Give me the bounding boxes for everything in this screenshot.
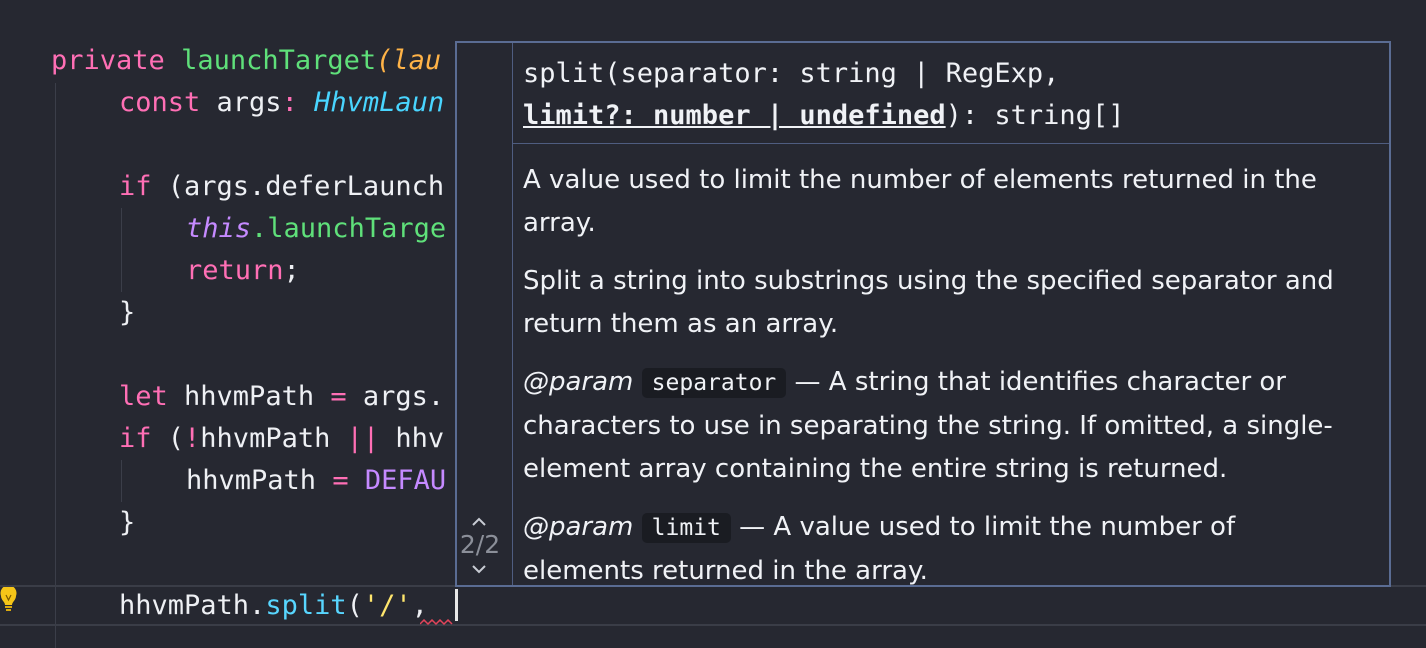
- identifier: hhvmPath: [119, 590, 250, 621]
- function-summary: Split a string into substrings using the…: [523, 266, 1334, 339]
- identifier: args: [200, 87, 282, 118]
- keyword: private: [51, 45, 165, 76]
- lightbulb-icon[interactable]: [0, 587, 17, 611]
- function-signature: split(separator: string | RegExp, limit?…: [513, 43, 1389, 144]
- code-line-11: hhvmPath.split('/',: [119, 585, 444, 627]
- keyword: return: [186, 255, 284, 286]
- chevron-up-icon[interactable]: [469, 515, 489, 529]
- comma: ,: [411, 590, 445, 621]
- code-text: ;: [283, 255, 300, 286]
- code-line-8: if (!hhvmPath || hhv: [119, 418, 444, 460]
- indent-guide: [121, 460, 122, 502]
- param-name: limit: [641, 513, 731, 543]
- keyword: let: [119, 381, 168, 412]
- keyword: if: [119, 423, 152, 454]
- active-parameter: limit?: number | undefined: [523, 100, 946, 131]
- type-name: HhvmLaun: [314, 87, 445, 118]
- code-line-9: hhvmPath = DEFAU: [186, 460, 446, 502]
- identifier: hhvmPath: [186, 465, 333, 496]
- colon: :: [281, 87, 315, 118]
- keyword: if: [119, 171, 152, 202]
- signature-end: ): string[]: [945, 100, 1125, 131]
- code-text: hhv: [379, 423, 445, 454]
- code-text: args.: [346, 381, 445, 412]
- code-line-5: return;: [186, 250, 300, 292]
- indent-guide: [55, 83, 56, 648]
- param-tag: @param: [523, 367, 634, 397]
- code-line-10: }: [119, 502, 135, 544]
- param-doc-separator: @param separator — A string that identif…: [523, 361, 1359, 491]
- overload-counter: 2/2: [459, 530, 501, 559]
- code-text: (: [151, 423, 185, 454]
- code-line-3: if (args.deferLaunch: [119, 166, 444, 208]
- constant: DEFAU: [348, 465, 447, 496]
- closing-brace: }: [119, 297, 136, 328]
- paren: (: [346, 590, 363, 621]
- paren: (: [376, 45, 393, 76]
- code-text: (args.deferLaunch: [151, 171, 445, 202]
- string-literal: '/': [362, 590, 412, 621]
- method-call: .launchTarge: [251, 213, 447, 244]
- chevron-down-icon[interactable]: [469, 562, 489, 576]
- operator: !: [184, 423, 201, 454]
- parameter: lau: [392, 45, 442, 76]
- text-cursor: [455, 589, 458, 621]
- operator: =: [332, 465, 349, 496]
- keyword: const: [119, 87, 201, 118]
- function-name: launchTarget: [181, 45, 377, 76]
- identifier: hhvmPath: [200, 423, 347, 454]
- this-keyword: this: [186, 213, 252, 244]
- code-line-7: let hhvmPath = args.: [119, 376, 444, 418]
- dot: .: [249, 590, 266, 621]
- operator: =: [330, 381, 347, 412]
- operator: ||: [346, 423, 380, 454]
- closing-brace: }: [119, 507, 136, 538]
- parameter-description: A value used to limit the number of elem…: [523, 165, 1317, 238]
- signature-start: split(separator: string | RegExp,: [523, 58, 1060, 89]
- error-squiggle: [420, 619, 453, 625]
- param-tag: @param: [523, 512, 634, 542]
- documentation-panel: A value used to limit the number of elem…: [513, 145, 1389, 585]
- param-doc-limit: @param limit — A value used to limit the…: [523, 506, 1359, 585]
- code-line-4: this.launchTarge: [186, 208, 446, 250]
- code-line-6: }: [119, 292, 135, 334]
- parameter-hints-widget[interactable]: 2/2 split(separator: string | RegExp, li…: [455, 41, 1391, 587]
- method-name: split: [265, 590, 347, 621]
- param-name: separator: [641, 368, 787, 398]
- indent-guide: [121, 208, 122, 292]
- code-line-1: private launchTarget(lau: [51, 40, 441, 82]
- identifier: hhvmPath: [167, 381, 331, 412]
- code-editor[interactable]: private launchTarget(lau const args: Hhv…: [0, 0, 1426, 648]
- code-line-2: const args: HhvmLaun: [119, 82, 444, 124]
- overload-navigation: 2/2: [457, 43, 513, 585]
